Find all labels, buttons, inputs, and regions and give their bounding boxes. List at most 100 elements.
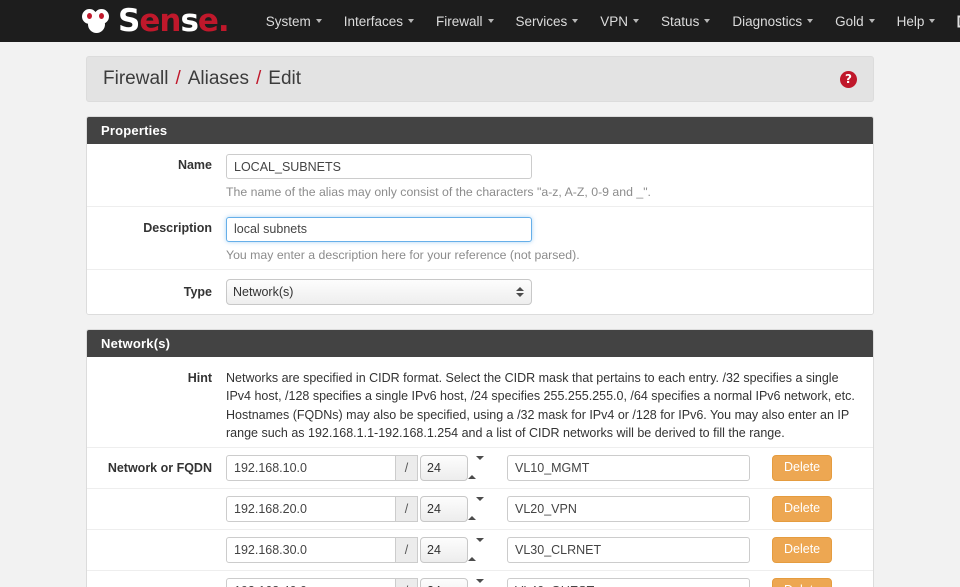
logout-icon[interactable] (946, 8, 960, 35)
name-help-text: The name of the alias may only consist o… (226, 185, 651, 199)
pfsense-logo[interactable]: Sense. (82, 2, 230, 39)
hint-label: Hint (187, 370, 212, 385)
nav-item-services[interactable]: Services (505, 8, 590, 35)
type-select[interactable]: Network(s) (226, 278, 532, 305)
hint-field-wrap: Networks are specified in CIDR format. S… (226, 367, 873, 443)
network-row: Network or FQDN / 24 Delete (87, 448, 873, 489)
network-address-input[interactable] (226, 495, 396, 522)
network-input-group: / (226, 454, 418, 481)
stepper-icon (468, 455, 484, 479)
properties-panel-heading: Properties (87, 117, 873, 144)
network-input-group: / (226, 577, 418, 587)
nav-item-interfaces[interactable]: Interfaces (333, 8, 425, 35)
chevron-down-icon (929, 19, 936, 23)
network-address-input[interactable] (226, 536, 396, 563)
nav-label-vpn: VPN (600, 13, 629, 29)
hint-text: Networks are specified in CIDR format. S… (226, 370, 855, 441)
breadcrumb-separator: / (175, 68, 181, 89)
chevron-down-icon (868, 19, 875, 23)
networks-panel-body: Hint Networks are specified in CIDR form… (87, 356, 873, 587)
network-address-input[interactable] (226, 454, 396, 481)
nav-label-help: Help (896, 13, 925, 29)
description-help-text: You may enter a description here for you… (226, 247, 580, 262)
description-field-wrap: You may enter a description here for you… (226, 216, 873, 265)
breadcrumb-item-aliases[interactable]: Aliases (188, 68, 249, 90)
cidr-select-wrap: 24 (420, 495, 484, 522)
nav-item-firewall[interactable]: Firewall (425, 8, 505, 35)
chevron-down-icon (408, 19, 414, 23)
help-icon[interactable]: ? (840, 70, 857, 88)
nav-item-help[interactable]: Help (886, 8, 947, 35)
cidr-select[interactable]: 24 (420, 454, 468, 481)
network-row: / 24 Delete (87, 489, 873, 530)
nav-item-vpn[interactable]: VPN (589, 8, 650, 35)
network-description-input[interactable] (507, 536, 750, 563)
networks-panel: Network(s) Hint Networks are specified i… (86, 328, 874, 587)
network-description-input[interactable] (507, 577, 750, 587)
chevron-down-icon (572, 19, 579, 23)
network-description-input[interactable] (507, 454, 750, 481)
slash-addon: / (396, 577, 418, 587)
properties-panel-body: Name The name of the alias may only cons… (87, 144, 873, 314)
stepper-icon (468, 537, 484, 561)
nav-label-services: Services (515, 13, 568, 29)
breadcrumb: Firewall / Aliases / Edit (103, 68, 301, 90)
network-address-input[interactable] (226, 577, 396, 587)
network-input-group: / (226, 536, 418, 563)
delete-button[interactable]: Delete (772, 454, 833, 481)
nav-item-status[interactable]: Status (650, 8, 721, 35)
name-input[interactable] (226, 154, 532, 179)
stepper-icon (468, 578, 484, 587)
type-label: Type (183, 284, 212, 299)
cidr-select-wrap: 24 (420, 577, 484, 587)
delete-button[interactable]: Delete (772, 577, 833, 587)
network-row: / 24 Delete (87, 571, 873, 587)
nav-label-system: System (265, 13, 311, 29)
delete-button[interactable]: Delete (772, 536, 833, 563)
top-navbar: Sense. System Interfaces Firewall Servic… (0, 0, 960, 42)
nav-item-gold[interactable]: Gold (824, 8, 886, 35)
pfsense-logo-text: Sense. (118, 2, 230, 39)
cidr-select[interactable]: 24 (420, 577, 468, 587)
nav-menu: System Interfaces Firewall Services VPN … (255, 8, 960, 35)
cidr-select[interactable]: 24 (420, 536, 468, 563)
nav-item-diagnostics[interactable]: Diagnostics (721, 8, 824, 35)
delete-button[interactable]: Delete (772, 495, 833, 522)
chevron-down-icon (704, 19, 711, 23)
chevron-down-icon (487, 19, 494, 23)
pfsense-logo-icon (82, 8, 116, 34)
chevron-down-icon (315, 19, 322, 23)
description-input[interactable] (226, 216, 532, 242)
breadcrumb-separator: / (255, 68, 262, 89)
nav-label-status: Status (661, 13, 700, 29)
cidr-select-wrap: 24 (420, 454, 484, 481)
network-row: / 24 Delete (87, 530, 873, 571)
network-row-label: Network or FQDN (107, 460, 212, 475)
nav-label-firewall: Firewall (436, 13, 483, 29)
breadcrumb-item-firewall[interactable]: Firewall (103, 68, 168, 90)
page-content: Firewall / Aliases / Edit ? Properties N… (0, 56, 960, 587)
slash-addon: / (396, 536, 418, 563)
network-description-input[interactable] (507, 495, 750, 522)
slash-addon: / (396, 454, 418, 481)
nav-item-system[interactable]: System (255, 8, 333, 35)
breadcrumb-item-edit: Edit (268, 68, 302, 89)
name-row: Name The name of the alias may only cons… (87, 144, 873, 207)
properties-panel: Properties Name The name of the alias ma… (86, 116, 874, 315)
stepper-icon (468, 496, 484, 520)
slash-addon: / (396, 495, 418, 522)
name-label: Name (177, 158, 212, 172)
cidr-select[interactable]: 24 (420, 495, 468, 522)
nav-label-interfaces: Interfaces (343, 13, 403, 29)
network-input-group: / (226, 495, 418, 522)
cidr-select-wrap: 24 (420, 536, 484, 563)
breadcrumb-bar: Firewall / Aliases / Edit ? (86, 56, 874, 102)
description-label: Description (143, 220, 212, 235)
name-field-wrap: The name of the alias may only consist o… (226, 154, 873, 202)
type-row: Type Network(s) (87, 270, 873, 314)
description-row: Description You may enter a description … (87, 207, 873, 270)
hint-row: Hint Networks are specified in CIDR form… (87, 357, 873, 448)
type-field-wrap: Network(s) (226, 278, 873, 305)
nav-label-gold: Gold (835, 13, 864, 29)
chevron-down-icon (807, 19, 814, 23)
